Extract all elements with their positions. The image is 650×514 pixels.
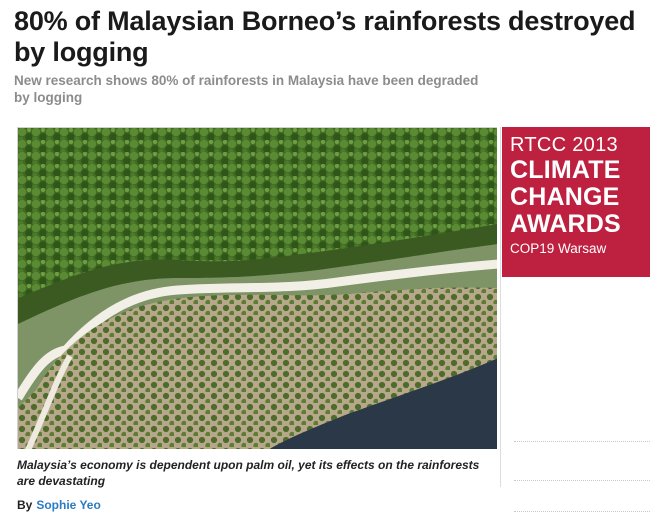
ad-line-change: CHANGE — [510, 183, 620, 211]
aerial-photo-icon — [18, 128, 497, 449]
sidebar-separator-3 — [514, 511, 650, 512]
ad-line-cop19: COP19 Warsaw — [510, 241, 607, 256]
byline-prefix: By — [17, 498, 33, 512]
sidebar-separator-2 — [514, 480, 650, 481]
article-photo[interactable] — [17, 127, 497, 449]
photo-caption: Malaysia’s economy is dependent upon pal… — [17, 458, 480, 488]
climate-awards-ad[interactable]: RTCC 2013 CLIMATE CHANGE AWARDS COP19 Wa… — [502, 127, 650, 277]
sidebar-separator-1 — [514, 441, 650, 442]
article-headline: 80% of Malaysian Borneo’s rainforests de… — [14, 6, 636, 67]
author-link[interactable]: Sophie Yeo — [36, 498, 100, 512]
byline: By Sophie Yeo — [17, 498, 101, 513]
sidebar-divider — [500, 127, 501, 487]
ad-line-awards: AWARDS — [510, 210, 621, 238]
article-standfirst: New research shows 80% of rainforests in… — [14, 73, 479, 105]
ad-line-rtcc: RTCC 2013 — [510, 134, 618, 156]
ad-line-climate: CLIMATE — [510, 156, 621, 184]
